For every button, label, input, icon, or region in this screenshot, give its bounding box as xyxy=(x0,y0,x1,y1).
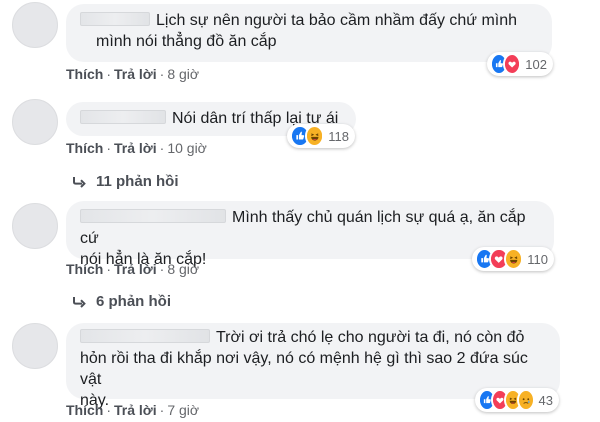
timestamp[interactable]: 8 giờ xyxy=(167,66,199,82)
like-link[interactable]: Thích xyxy=(66,402,103,418)
view-replies-link[interactable]: 6 phản hồi xyxy=(72,293,171,310)
reply-link[interactable]: Trả lời xyxy=(114,66,157,82)
reaction-summary[interactable]: 43 xyxy=(475,388,559,412)
comment-text: Lịch sự nên người ta bảo cầm nhầm đấy ch… xyxy=(156,12,518,29)
avatar[interactable] xyxy=(12,323,58,369)
view-replies-link[interactable]: 11 phản hồi xyxy=(72,173,179,190)
commenter-name-blurred[interactable] xyxy=(80,329,210,343)
avatar[interactable] xyxy=(12,203,58,249)
separator-dot: · xyxy=(106,140,112,156)
separator-dot: · xyxy=(159,140,165,156)
reaction-count: 110 xyxy=(527,251,548,267)
reply-link[interactable]: Trả lời xyxy=(114,402,157,418)
commenter-name-blurred[interactable] xyxy=(80,209,226,223)
haha-reaction-icon xyxy=(304,125,325,147)
reply-link[interactable]: Trả lời xyxy=(114,261,157,277)
comment-actions: Thích · Trả lời · 7 giờ xyxy=(66,401,199,419)
separator-dot: · xyxy=(106,66,112,82)
replies-count-label[interactable]: 6 phản hồi xyxy=(96,293,171,310)
separator-dot: · xyxy=(106,261,112,277)
reply-arrow-icon xyxy=(73,176,86,188)
commenter-name-blurred[interactable] xyxy=(80,12,150,26)
reaction-count: 43 xyxy=(538,392,553,408)
comment-text: Trời ơi trả chó lẹ cho người ta đi, nó c… xyxy=(216,329,525,346)
avatar[interactable] xyxy=(12,2,58,48)
love-reaction-icon xyxy=(503,53,522,75)
separator-dot: · xyxy=(159,402,165,418)
separator-dot: · xyxy=(159,66,165,82)
reaction-summary[interactable]: 118 xyxy=(287,124,355,148)
replies-count-label[interactable]: 11 phản hồi xyxy=(96,173,179,190)
like-link[interactable]: Thích xyxy=(66,66,103,82)
like-link[interactable]: Thích xyxy=(66,140,103,156)
reaction-summary[interactable]: 102 xyxy=(487,52,553,76)
haha-reaction-icon xyxy=(503,248,524,270)
comment-actions: Thích · Trả lời · 8 giờ xyxy=(66,260,199,278)
reaction-count: 102 xyxy=(525,56,547,72)
comment-text: hỏn rồi tha đi khắp nơi vậy, nó có mệnh … xyxy=(80,350,528,388)
comment-bubble: Lịch sự nên người ta bảo cầm nhầm đấy ch… xyxy=(66,4,552,62)
like-link[interactable]: Thích xyxy=(66,261,103,277)
timestamp[interactable]: 7 giờ xyxy=(167,402,199,418)
separator-dot: · xyxy=(106,402,112,418)
timestamp[interactable]: 10 giờ xyxy=(167,140,207,156)
comment-actions: Thích · Trả lời · 8 giờ xyxy=(66,65,199,83)
reply-arrow-icon xyxy=(73,296,86,308)
comment-text: mình nói thẳng đồ ăn cắp xyxy=(96,33,277,50)
timestamp[interactable]: 8 giờ xyxy=(167,261,199,277)
reaction-count: 118 xyxy=(328,128,349,144)
comment-actions: Thích · Trả lời · 10 giờ xyxy=(66,139,207,157)
commenter-name-blurred[interactable] xyxy=(80,110,166,124)
reply-link[interactable]: Trả lời xyxy=(114,140,157,156)
sad-reaction-icon xyxy=(516,389,535,411)
reaction-summary[interactable]: 110 xyxy=(472,247,554,271)
separator-dot: · xyxy=(159,261,165,277)
avatar[interactable] xyxy=(12,99,58,145)
